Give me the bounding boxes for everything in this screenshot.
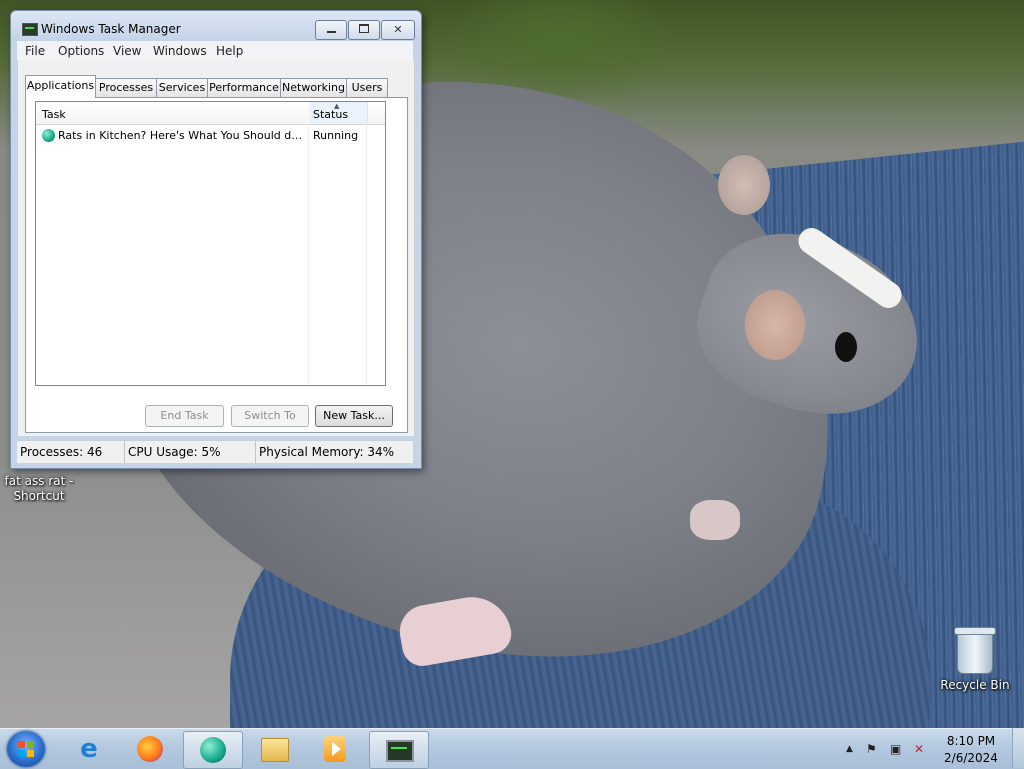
- minimize-button[interactable]: [315, 20, 347, 40]
- new-task-button[interactable]: New Task...: [315, 405, 393, 427]
- close-button[interactable]: ✕: [381, 20, 415, 40]
- tab-services[interactable]: Services: [156, 78, 208, 97]
- clock-time[interactable]: 8:10 PM: [940, 734, 1002, 748]
- media-player-icon: [324, 736, 346, 762]
- menu-options[interactable]: Options: [58, 44, 104, 58]
- tab-networking[interactable]: Networking: [280, 78, 347, 97]
- wallpaper-rat-eye: [835, 332, 857, 362]
- status-cpu-usage: CPU Usage: 5%: [125, 441, 256, 463]
- close-icon: ✕: [393, 23, 403, 36]
- column-divider: [308, 124, 309, 384]
- sort-ascending-icon: ▲: [334, 102, 340, 110]
- task-name: Rats in Kitchen? Here's What You Should …: [58, 129, 304, 142]
- recycle-bin-icon: [954, 627, 996, 674]
- maximize-button[interactable]: [348, 20, 380, 40]
- taskbar-internet-explorer[interactable]: e: [60, 731, 118, 767]
- taskbar-firefox[interactable]: [121, 731, 179, 767]
- clock-date[interactable]: 2/6/2024: [940, 751, 1002, 765]
- column-header-task[interactable]: Task: [36, 102, 315, 124]
- taskbar-windows-explorer[interactable]: [245, 731, 303, 767]
- wallpaper-rat-ear: [745, 290, 805, 360]
- list-item[interactable]: Rats in Kitchen? Here's What You Should …: [36, 125, 385, 145]
- firefox-icon: [137, 736, 163, 762]
- task-manager-icon: [22, 23, 38, 36]
- end-task-button[interactable]: End Task: [145, 405, 224, 427]
- title-bar[interactable]: Windows Task Manager ✕: [11, 11, 421, 41]
- switch-to-button[interactable]: Switch To: [231, 405, 309, 427]
- menu-windows[interactable]: Windows: [153, 44, 207, 58]
- desktop-recycle-bin[interactable]: Recycle Bin: [940, 627, 1010, 693]
- desktop-shortcut-label: fat ass rat - Shortcut: [4, 474, 74, 503]
- menu-view[interactable]: View: [113, 44, 141, 58]
- tab-processes[interactable]: Processes: [95, 78, 157, 97]
- status-bar: Processes: 46 CPU Usage: 5% Physical Mem…: [17, 440, 413, 463]
- app-icon: [42, 129, 55, 142]
- menu-bar: File Options View Windows Help: [17, 41, 413, 60]
- list-header: Task Status ▲: [36, 102, 385, 125]
- show-hidden-icons-icon[interactable]: ▲: [846, 744, 853, 754]
- column-divider: [366, 124, 367, 384]
- tab-performance[interactable]: Performance: [207, 78, 281, 97]
- status-physical-memory: Physical Memory: 34%: [259, 445, 395, 459]
- window-client-area: Applications Processes Services Performa…: [17, 60, 415, 436]
- start-button[interactable]: [7, 731, 45, 767]
- taskbar: e ▲ ⚑ ▣ ✕ 8:10 PM 2/6/2024: [0, 728, 1024, 769]
- status-processes: Processes: 46: [17, 441, 125, 463]
- window-title: Windows Task Manager: [41, 22, 181, 36]
- notification-area: ▲ ⚑ ▣ ✕ 8:10 PM 2/6/2024: [842, 729, 1024, 769]
- app-icon: [200, 737, 226, 763]
- tab-users[interactable]: Users: [346, 78, 388, 97]
- wallpaper-rat-ear-back: [718, 155, 770, 215]
- taskbar-task-manager[interactable]: [369, 731, 429, 769]
- menu-help[interactable]: Help: [216, 44, 243, 58]
- internet-explorer-icon: e: [80, 734, 98, 764]
- task-manager-window: Windows Task Manager ✕ File Options View…: [10, 10, 422, 469]
- action-center-flag-icon[interactable]: ⚑: [866, 742, 877, 756]
- menu-file[interactable]: File: [25, 44, 45, 58]
- tab-applications[interactable]: Applications: [25, 75, 96, 98]
- show-desktop-button[interactable]: [1012, 728, 1024, 768]
- network-icon[interactable]: ▣: [890, 742, 901, 756]
- taskbar-running-app[interactable]: [183, 731, 243, 769]
- recycle-bin-label: Recycle Bin: [940, 678, 1010, 692]
- task-manager-icon: [386, 740, 414, 762]
- desktop-shortcut-fat-ass-rat[interactable]: fat ass rat - Shortcut: [4, 474, 74, 504]
- windows-explorer-icon: [261, 738, 289, 762]
- taskbar-media-player[interactable]: [306, 731, 364, 767]
- volume-muted-icon[interactable]: ✕: [914, 742, 924, 756]
- task-status: Running: [313, 129, 359, 142]
- task-list[interactable]: Task Status ▲ Rats in Kitchen? Here's Wh…: [35, 101, 386, 386]
- wallpaper-rat-paw-back: [690, 500, 740, 540]
